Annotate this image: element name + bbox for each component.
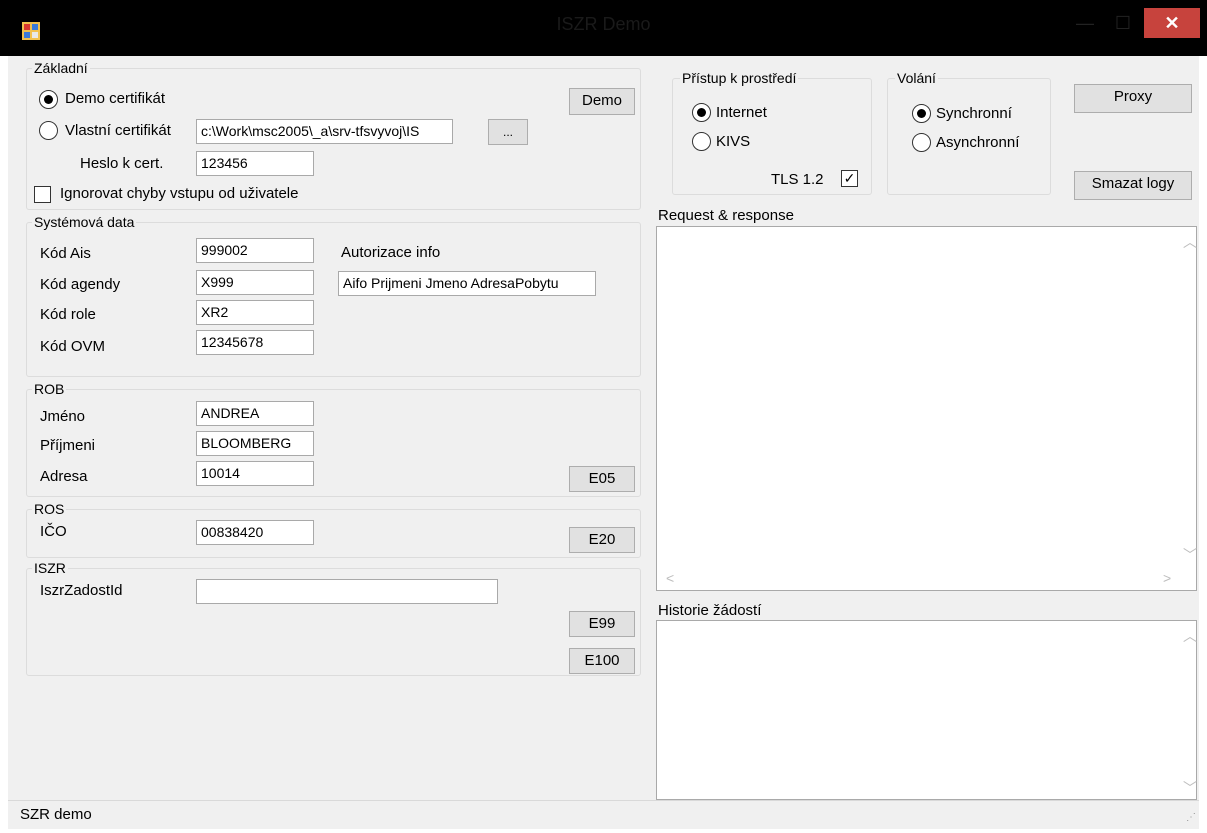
request-response-textarea[interactable] bbox=[656, 226, 1197, 591]
e05-button[interactable]: E05 bbox=[569, 466, 635, 492]
e100-button[interactable]: E100 bbox=[569, 648, 635, 674]
history-label: Historie žádostí bbox=[658, 602, 762, 619]
scroll-up-icon[interactable]: ︿ bbox=[1183, 232, 1197, 252]
async-label: Asynchronní bbox=[936, 134, 1020, 151]
address-label: Adresa bbox=[40, 468, 88, 485]
first-name-input[interactable]: ANDREA bbox=[196, 401, 314, 426]
ros-group bbox=[26, 509, 641, 558]
scroll-down-icon[interactable]: ﹀ bbox=[1183, 545, 1197, 565]
ico-label: IČO bbox=[40, 523, 67, 540]
password-input[interactable]: 123456 bbox=[196, 151, 314, 176]
clear-logs-button[interactable]: Smazat logy bbox=[1074, 171, 1192, 200]
history-scroll-up-icon[interactable]: ︿ bbox=[1183, 626, 1197, 646]
close-button[interactable]: ✕ bbox=[1144, 8, 1200, 38]
history-textarea[interactable] bbox=[656, 620, 1197, 800]
kivs-radio[interactable] bbox=[692, 132, 711, 151]
password-label: Heslo k cert. bbox=[80, 155, 164, 172]
system-legend: Systémová data bbox=[32, 214, 137, 230]
address-input[interactable]: 10014 bbox=[196, 461, 314, 486]
role-input[interactable]: XR2 bbox=[196, 300, 314, 325]
sync-radio[interactable] bbox=[912, 104, 931, 123]
internet-label: Internet bbox=[716, 104, 767, 121]
agenda-label: Kód agendy bbox=[40, 276, 121, 293]
request-id-input[interactable] bbox=[196, 579, 498, 604]
kivs-label: KIVS bbox=[716, 133, 751, 150]
browse-button[interactable]: ... bbox=[488, 119, 528, 145]
request-id-label: IszrZadostId bbox=[40, 582, 123, 599]
async-radio[interactable] bbox=[912, 133, 931, 152]
resize-grip-icon[interactable]: ⋰ bbox=[1186, 812, 1196, 823]
basic-legend: Základní bbox=[32, 60, 90, 76]
ico-input[interactable]: 00838420 bbox=[196, 520, 314, 545]
environment-legend: Přístup k prostředí bbox=[680, 70, 799, 86]
rob-legend: ROB bbox=[32, 381, 67, 397]
ignore-errors-checkbox[interactable] bbox=[34, 186, 51, 203]
history-scroll-down-icon[interactable]: ﹀ bbox=[1183, 778, 1197, 798]
demo-button[interactable]: Demo bbox=[569, 88, 635, 115]
scroll-left-icon[interactable]: < bbox=[666, 570, 674, 586]
ais-input[interactable]: 999002 bbox=[196, 238, 314, 263]
auth-input[interactable]: Aifo Prijmeni Jmeno AdresaPobytu bbox=[338, 271, 596, 296]
tls-checkbox[interactable]: ✓ bbox=[841, 170, 858, 187]
internet-radio[interactable] bbox=[692, 103, 711, 122]
status-bar bbox=[8, 800, 1199, 829]
proxy-button[interactable]: Proxy bbox=[1074, 84, 1192, 113]
ovm-label: Kód OVM bbox=[40, 338, 106, 355]
calling-legend: Volání bbox=[895, 70, 938, 86]
tls-label: TLS 1.2 bbox=[771, 171, 824, 188]
cert-path-input[interactable]: c:\Work\msc2005\_a\srv-tfsvyvoj\IS bbox=[196, 119, 453, 144]
role-label: Kód role bbox=[40, 306, 96, 323]
request-response-label: Request & response bbox=[658, 207, 794, 224]
demo-cert-label: Demo certifikát bbox=[65, 90, 166, 107]
demo-cert-radio[interactable] bbox=[39, 90, 58, 109]
ovm-input[interactable]: 12345678 bbox=[196, 330, 314, 355]
system-group bbox=[26, 222, 641, 377]
ais-label: Kód Ais bbox=[40, 245, 91, 262]
last-name-label: Příjmeni bbox=[40, 437, 96, 454]
maximize-icon[interactable]: ☐ bbox=[1103, 8, 1143, 40]
iszr-legend: ISZR bbox=[32, 560, 68, 576]
last-name-input[interactable]: BLOOMBERG bbox=[196, 431, 314, 456]
scroll-right-icon[interactable]: > bbox=[1163, 570, 1171, 586]
rob-group bbox=[26, 389, 641, 497]
first-name-label: Jméno bbox=[40, 408, 86, 425]
minimize-icon[interactable]: — bbox=[1065, 8, 1105, 40]
e20-button[interactable]: E20 bbox=[569, 527, 635, 553]
sync-label: Synchronní bbox=[936, 105, 1012, 122]
window-title: ISZR Demo bbox=[556, 14, 651, 34]
agenda-input[interactable]: X999 bbox=[196, 270, 314, 295]
status-text: SZR demo bbox=[20, 806, 92, 823]
own-cert-label: Vlastní certifikát bbox=[65, 122, 171, 139]
ignore-errors-label: Ignorovat chyby vstupu od uživatele bbox=[60, 185, 299, 202]
own-cert-radio[interactable] bbox=[39, 121, 58, 140]
e99-button[interactable]: E99 bbox=[569, 611, 635, 637]
auth-label: Autorizace info bbox=[341, 244, 441, 261]
ros-legend: ROS bbox=[32, 501, 67, 517]
